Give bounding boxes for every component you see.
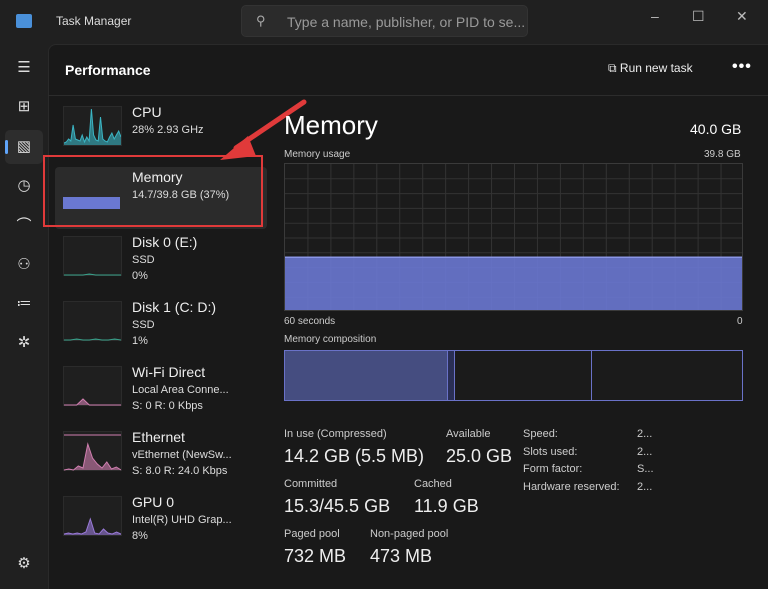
minimize-button[interactable]: – [651, 8, 659, 24]
device-name: Wi-Fi Direct [132, 364, 206, 380]
device-detail: vEthernet (NewSw... [132, 449, 232, 461]
hamburger-icon[interactable]: ☰ [12, 56, 36, 80]
device-status: 1% [132, 335, 148, 347]
in-use-value: 14.2 GB (5.5 MB) [284, 446, 425, 466]
run-new-task-label: Run new task [619, 61, 693, 75]
device-detail: Local Area Conne... [132, 384, 229, 396]
device-thumbnail-graph [63, 236, 122, 276]
device-thumbnail-graph [63, 366, 122, 406]
services-icon[interactable]: ✲ [12, 331, 36, 355]
performance-icon[interactable]: ▧ [12, 135, 36, 159]
run-task-icon: ⧉ [608, 61, 620, 75]
composition-segment-modified [448, 351, 455, 400]
device-item-ethernet[interactable]: Ethernet vEthernet (NewSw... S: 8.0 R: 2… [55, 427, 267, 489]
device-thumbnail-graph [63, 431, 122, 471]
rail-selection-indicator [5, 140, 8, 154]
device-detail: 28% 2.93 GHz [132, 124, 204, 136]
detail-title: Memory [284, 110, 378, 140]
search-placeholder: Type a name, publisher, or PID to se... [287, 14, 526, 30]
device-thumbnail-graph [63, 301, 122, 341]
startup-apps-icon[interactable]: ⌒ [12, 214, 36, 238]
memory-usage-label: Memory usage [284, 149, 351, 160]
committed-label: Committed [284, 478, 338, 490]
close-button[interactable]: ✕ [736, 8, 748, 25]
device-item-gpu-0[interactable]: GPU 0 Intel(R) UHD Grap... 8% [55, 492, 267, 554]
memory-usage-chart [284, 163, 743, 311]
device-detail: SSD [132, 254, 155, 266]
memory-usage-area [285, 257, 742, 310]
in-use-label: In use (Compressed) [284, 428, 387, 440]
property-value: 2... [637, 445, 653, 458]
property-label: Form factor: [523, 463, 583, 475]
processes-icon[interactable]: ⊞ [12, 95, 36, 119]
property-value: 2... [637, 428, 653, 440]
search-input[interactable]: ⚲ Type a name, publisher, or PID to se..… [241, 5, 528, 37]
composition-segment-in-use [285, 351, 449, 400]
device-status: 0% [132, 270, 148, 282]
page-title: Performance [65, 62, 151, 78]
details-icon[interactable]: ≔ [12, 292, 36, 316]
device-item-disk-0-e[interactable]: Disk 0 (E:) SSD 0% [55, 232, 267, 294]
header-divider [48, 95, 768, 96]
device-thumbnail-graph [63, 496, 122, 536]
device-status: 8% [132, 530, 148, 542]
device-name: Disk 0 (E:) [132, 234, 198, 250]
run-new-task-button[interactable]: ⧉ Run new task [608, 61, 693, 76]
cached-label: Cached [414, 478, 452, 490]
device-item-wi-fi-direct[interactable]: Wi-Fi Direct Local Area Conne... S: 0 R:… [55, 362, 267, 424]
committed-value: 15.3/45.5 GB [284, 496, 391, 516]
app-history-icon[interactable]: ◷ [12, 174, 36, 198]
memory-usage-max: 39.8 GB [704, 149, 741, 160]
property-label: Hardware reserved: [523, 480, 620, 493]
task-manager-app-icon [16, 14, 32, 28]
total-memory: 40.0 GB [690, 121, 742, 137]
non-paged-pool-value: 473 MB [370, 546, 433, 566]
more-options-button[interactable]: ••• [732, 58, 752, 76]
window-title: Task Manager [56, 14, 132, 28]
device-thumbnail-graph [63, 106, 122, 146]
available-value: 25.0 GB [446, 446, 513, 466]
device-name: Disk 1 (C: D:) [132, 299, 216, 315]
x-axis-right-label: 0 [737, 316, 743, 327]
device-detail: SSD [132, 319, 155, 331]
paged-pool-value: 732 MB [284, 546, 347, 566]
property-value: S... [637, 463, 654, 475]
device-status: S: 8.0 R: 24.0 Kbps [132, 465, 228, 477]
property-label: Slots used: [523, 445, 578, 458]
property-value: 2... [637, 480, 653, 493]
search-icon: ⚲ [256, 13, 266, 28]
device-item-disk-1-c-d[interactable]: Disk 1 (C: D:) SSD 1% [55, 297, 267, 359]
device-status: S: 0 R: 0 Kbps [132, 400, 203, 412]
device-name: GPU 0 [132, 494, 175, 510]
x-axis-left-label: 60 seconds [284, 316, 336, 327]
device-name: Ethernet [132, 429, 185, 445]
device-detail: Intel(R) UHD Grap... [132, 514, 232, 526]
memory-composition-bar [284, 350, 743, 401]
composition-segment-standby [454, 351, 592, 400]
title-bar: Task Manager ⚲ Type a name, publisher, o… [0, 0, 768, 44]
cached-value: 11.9 GB [414, 496, 479, 516]
paged-pool-label: Paged pool [284, 528, 340, 540]
settings-icon[interactable]: ⚙ [12, 552, 36, 576]
available-label: Available [446, 428, 491, 440]
maximize-button[interactable]: ☐ [692, 8, 705, 25]
composition-segment-free [591, 351, 742, 400]
users-icon[interactable]: ⚇ [12, 253, 36, 277]
device-name: CPU [132, 104, 162, 120]
non-paged-pool-label: Non-paged pool [370, 528, 449, 540]
memory-composition-label: Memory composition [284, 334, 377, 345]
property-label: Speed: [523, 428, 558, 440]
